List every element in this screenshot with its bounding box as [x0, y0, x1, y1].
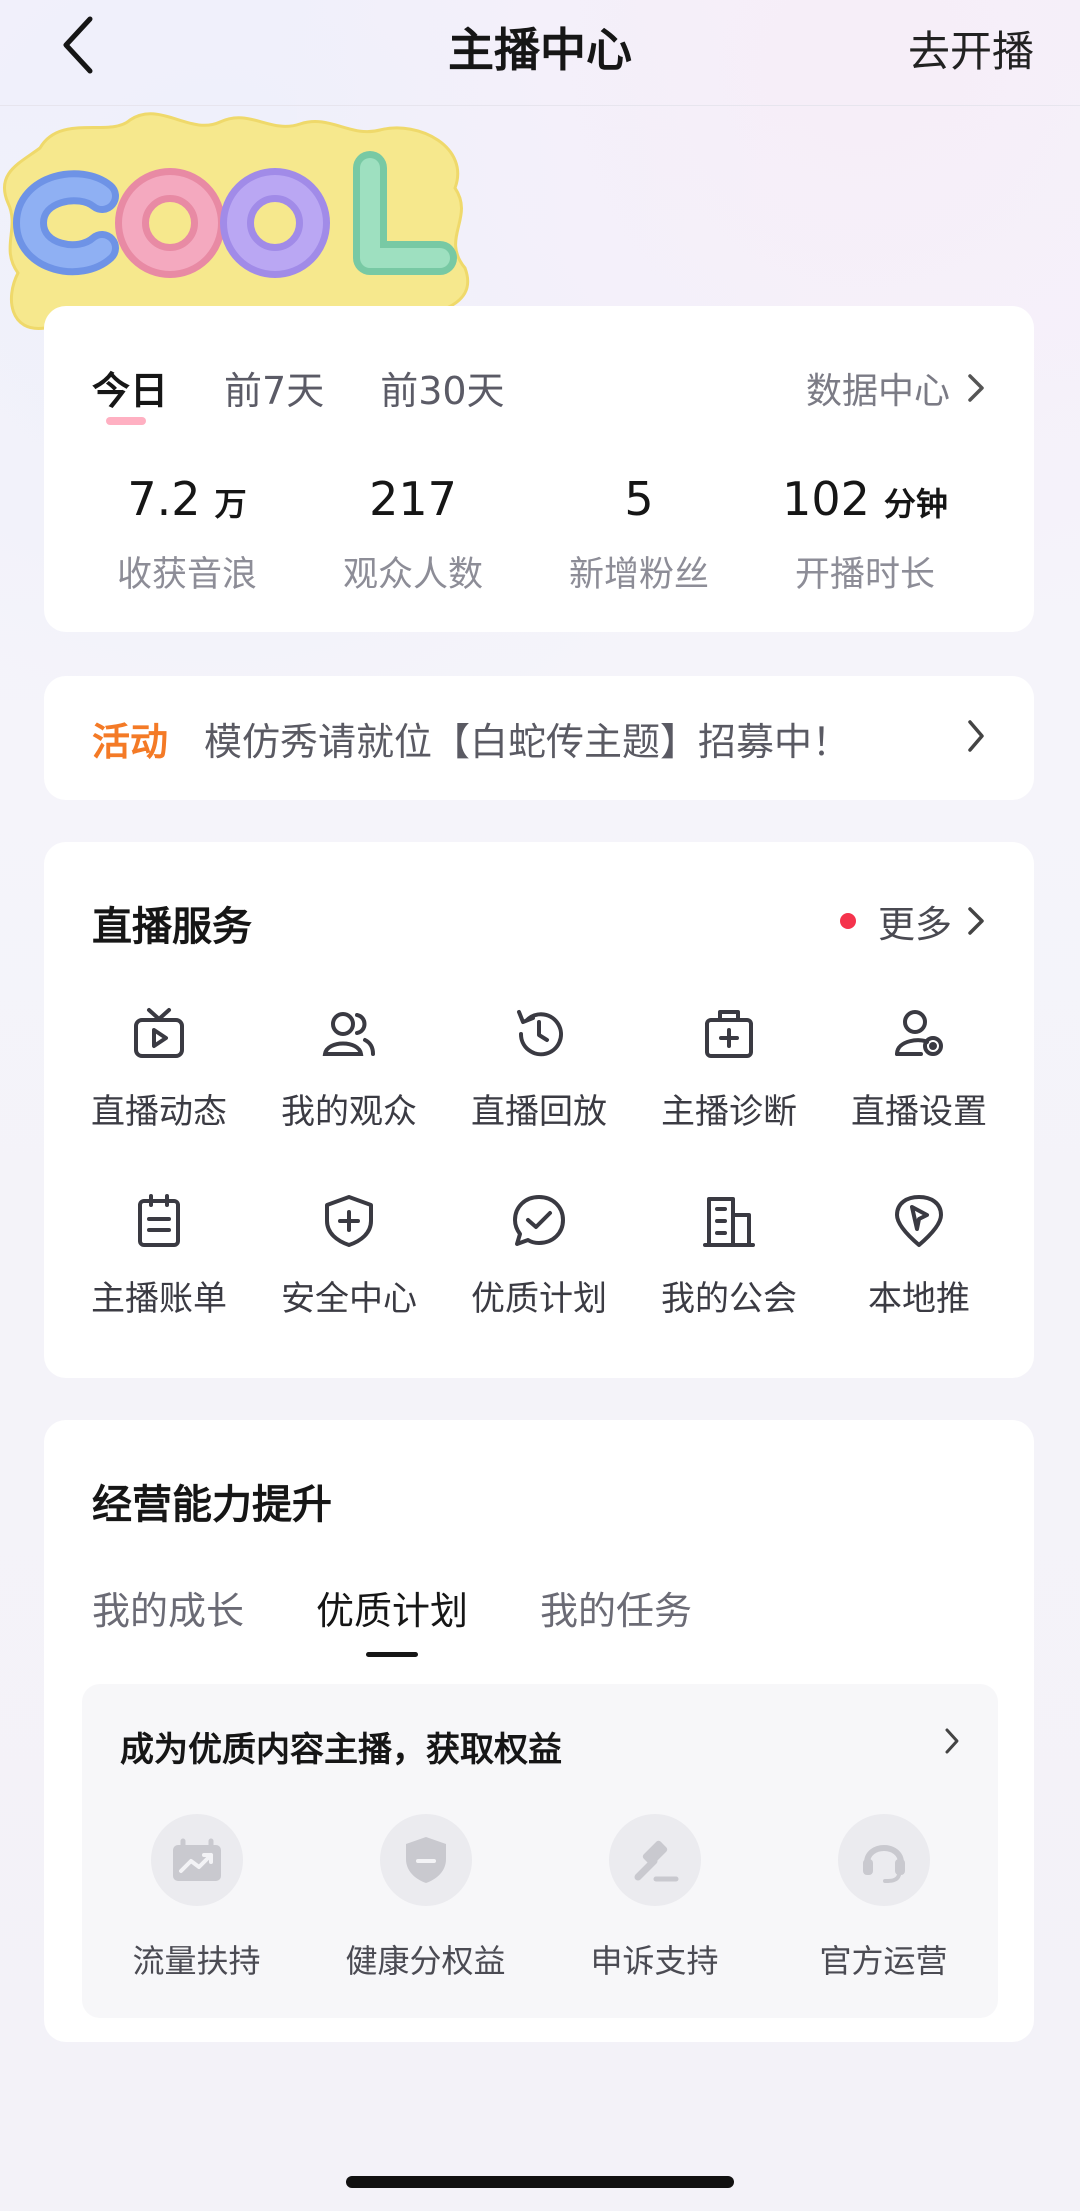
benefit-health-score[interactable]: 健康分权益 — [311, 1814, 540, 1982]
benefit-traffic-support[interactable]: 流量扶持 — [82, 1814, 311, 1982]
service-label: 我的公会 — [661, 1279, 797, 1319]
data-center-label: 数据中心 — [805, 371, 950, 412]
service-my-guild[interactable]: 我的公会 — [634, 1191, 824, 1320]
stat-value: 217 — [369, 472, 457, 526]
service-label: 安全中心 — [281, 1279, 417, 1319]
service-label: 我的观众 — [281, 1092, 417, 1132]
service-label: 直播设置 — [851, 1092, 987, 1132]
stat-value: 102 — [782, 472, 870, 526]
stats-grid: 7.2 万 收获音浪 217 观众人数 5 新增粉丝 102 分钟 开播时长 — [44, 472, 1034, 597]
service-security[interactable]: 安全中心 — [254, 1191, 444, 1320]
stat-value: 7.2 — [127, 472, 201, 526]
services-grid: 直播动态 我的观众 直播回放 主播诊断 直播设置 主播账单 安全中心 优质计划 … — [64, 1004, 1014, 1320]
stat-live-duration[interactable]: 102 分钟 开播时长 — [752, 472, 978, 597]
chevron-right-icon — [968, 720, 984, 752]
more-label: 更多 — [878, 903, 952, 946]
stat-label: 开播时长 — [794, 555, 935, 595]
business-growth-card: 经营能力提升 我的成长 优质计划 我的任务 成为优质内容主播，获取权益 流量扶持 — [44, 1420, 1034, 2042]
service-replay[interactable]: 直播回放 — [444, 1004, 634, 1133]
more-link[interactable]: 更多 — [840, 894, 990, 948]
go-live-button[interactable]: 去开播 — [908, 18, 1034, 79]
tab-30-days[interactable]: 前30天 — [380, 360, 504, 415]
benefit-label: 申诉支持 — [590, 1942, 719, 1980]
top-nav-bar: 主播中心 去开播 — [0, 0, 1080, 106]
stat-audience[interactable]: 217 观众人数 — [300, 472, 526, 597]
service-bill[interactable]: 主播账单 — [64, 1191, 254, 1320]
service-live-settings[interactable]: 直播设置 — [824, 1004, 1014, 1133]
activity-banner[interactable]: 活动 模仿秀请就位【白蛇传主题】招募中！ — [44, 676, 1034, 800]
stat-unit: 万 — [214, 485, 247, 523]
range-tabs: 今日 前7天 前30天 — [92, 360, 561, 425]
history-clock-icon — [509, 1004, 569, 1064]
stat-value: 5 — [624, 472, 654, 526]
gavel-icon — [608, 1814, 701, 1906]
stat-sound-waves[interactable]: 7.2 万 收获音浪 — [74, 472, 300, 597]
stats-card: 今日 前7天 前30天 数据中心 7.2 万 收获音浪 217 观众人数 5 新增… — [44, 306, 1034, 632]
shield-plus-icon — [319, 1191, 379, 1251]
bill-icon — [129, 1191, 189, 1251]
service-my-audience[interactable]: 我的观众 — [254, 1004, 444, 1133]
service-local-promo[interactable]: 本地推 — [824, 1191, 1014, 1320]
activity-text: 模仿秀请就位【白蛇传主题】招募中！ — [204, 719, 851, 764]
benefit-label: 官方运营 — [819, 1942, 948, 1980]
service-label: 优质计划 — [471, 1279, 607, 1319]
building-icon — [699, 1191, 759, 1251]
benefit-appeal-support[interactable]: 申诉支持 — [540, 1814, 769, 1982]
tab-my-tasks[interactable]: 我的任务 — [540, 1580, 692, 1635]
data-center-link[interactable]: 数据中心 — [806, 362, 990, 414]
shield-icon — [379, 1814, 472, 1906]
notification-dot — [840, 913, 856, 929]
tab-quality-plan[interactable]: 优质计划 — [316, 1580, 468, 1635]
section-title: 直播服务 — [92, 904, 252, 950]
benefits-row: 流量扶持 健康分权益 申诉支持 官方运营 — [82, 1814, 998, 1982]
service-live-feed[interactable]: 直播动态 — [64, 1004, 254, 1133]
benefit-label: 健康分权益 — [345, 1942, 506, 1980]
stat-label: 新增粉丝 — [568, 555, 709, 595]
service-label: 主播账单 — [91, 1279, 227, 1319]
activity-tag: 活动 — [92, 719, 169, 764]
chevron-right-icon — [968, 374, 984, 402]
tv-play-icon — [129, 1004, 189, 1064]
benefit-official-ops[interactable]: 官方运营 — [769, 1814, 998, 1982]
chevron-right-icon — [968, 907, 984, 935]
location-pin-icon — [889, 1191, 949, 1251]
stat-new-fans[interactable]: 5 新增粉丝 — [526, 472, 752, 597]
tab-7-days[interactable]: 前7天 — [224, 360, 324, 415]
tab-my-growth[interactable]: 我的成长 — [92, 1580, 244, 1635]
panel-title[interactable]: 成为优质内容主播，获取权益 — [120, 1722, 562, 1771]
stat-label: 收获音浪 — [116, 555, 257, 595]
medical-kit-icon — [699, 1004, 759, 1064]
quality-plan-panel: 成为优质内容主播，获取权益 流量扶持 健康分权益 申诉支持 官方运营 — [82, 1684, 998, 2018]
service-diagnosis[interactable]: 主播诊断 — [634, 1004, 824, 1133]
service-label: 主播诊断 — [661, 1092, 797, 1132]
chevron-right-icon[interactable] — [938, 1724, 964, 1758]
service-label: 直播动态 — [91, 1092, 227, 1132]
check-bubble-icon — [509, 1191, 569, 1251]
section-title: 经营能力提升 — [92, 1482, 332, 1528]
benefit-label: 流量扶持 — [132, 1942, 261, 1980]
headset-icon — [837, 1814, 930, 1906]
user-settings-icon — [889, 1004, 949, 1064]
traffic-chart-icon — [150, 1814, 243, 1906]
service-label: 本地推 — [868, 1279, 970, 1319]
home-indicator[interactable] — [346, 2176, 734, 2188]
service-quality-plan[interactable]: 优质计划 — [444, 1191, 634, 1320]
live-services-card: 直播服务 更多 直播动态 我的观众 直播回放 主播诊断 直播设置 主播账单 安全… — [44, 842, 1034, 1378]
stat-label: 观众人数 — [342, 555, 483, 595]
tab-today[interactable]: 今日 — [92, 360, 168, 425]
service-label: 直播回放 — [471, 1092, 607, 1132]
audience-icon — [319, 1004, 379, 1064]
growth-tabs: 我的成长 优质计划 我的任务 — [92, 1580, 764, 1635]
stat-unit: 分钟 — [883, 485, 948, 523]
